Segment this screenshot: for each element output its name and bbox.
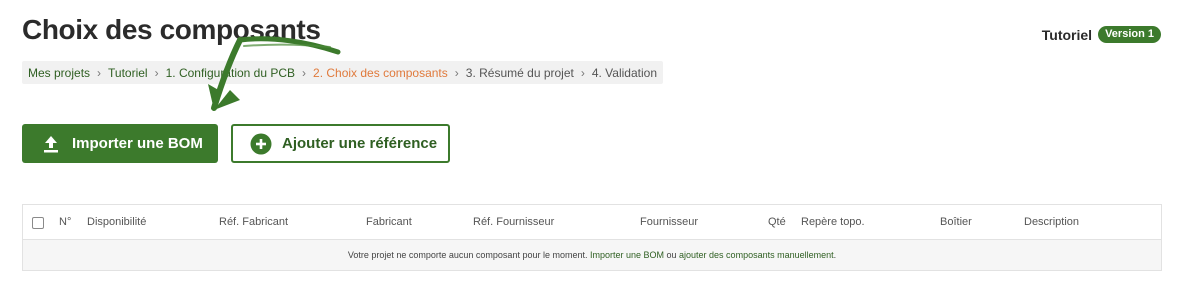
table-header: N° Disponibilité Réf. Fabricant Fabrican… [23, 205, 1161, 240]
add-reference-button[interactable]: Ajouter une référence [231, 124, 450, 163]
empty-state-text-end: . [833, 250, 837, 260]
breadcrumb-item-mes-projets[interactable]: Mes projets [28, 66, 90, 80]
column-header-ref-fabricant[interactable]: Réf. Fabricant [219, 216, 288, 228]
import-bom-button[interactable]: Importer une BOM [22, 124, 218, 163]
breadcrumb-item-choix-composants: 2. Choix des composants [313, 65, 448, 80]
plus-circle-icon [250, 133, 272, 155]
empty-state-add-link[interactable]: ajouter des composants manuellement [679, 250, 834, 260]
column-header-quantite[interactable]: Qté [768, 216, 786, 228]
empty-state-row: Votre projet ne comporte aucun composant… [23, 240, 1161, 270]
column-header-repere-topo[interactable]: Repère topo. [801, 216, 865, 228]
page-title: Choix des composants [22, 14, 321, 45]
column-header-fabricant[interactable]: Fabricant [366, 216, 412, 228]
upload-icon [42, 135, 60, 153]
column-header-ref-fournisseur[interactable]: Réf. Fournisseur [473, 216, 554, 228]
column-header-description[interactable]: Description [1024, 216, 1079, 228]
breadcrumb-item-resume-projet: 3. Résumé du projet [465, 65, 574, 80]
empty-state-text-middle: ou [664, 250, 680, 260]
empty-state-text: Votre projet ne comporte aucun composant… [347, 250, 590, 260]
breadcrumb-item-configuration-pcb[interactable]: 1. Configuration du PCB [166, 66, 295, 80]
column-header-disponibilite[interactable]: Disponibilité [87, 216, 146, 228]
select-all-checkbox[interactable] [32, 217, 44, 229]
breadcrumb: Mes projets › Tutoriel › 1. Configuratio… [22, 61, 663, 84]
breadcrumb-item-validation: 4. Validation [591, 65, 657, 80]
breadcrumb-separator: › [580, 65, 585, 80]
components-table: N° Disponibilité Réf. Fabricant Fabrican… [22, 204, 1162, 271]
add-reference-label: Ajouter une référence [282, 135, 438, 152]
breadcrumb-separator: › [454, 65, 459, 80]
breadcrumb-separator: › [154, 65, 159, 80]
breadcrumb-separator: › [302, 65, 307, 80]
project-name: Tutoriel [1041, 26, 1093, 43]
project-tag: Tutoriel Version 1 [1042, 26, 1161, 43]
column-header-fournisseur[interactable]: Fournisseur [640, 216, 698, 228]
column-header-boitier[interactable]: Boîtier [940, 216, 972, 228]
breadcrumb-item-tutoriel[interactable]: Tutoriel [108, 66, 148, 80]
breadcrumb-separator: › [97, 65, 102, 80]
import-bom-label: Importer une BOM [72, 135, 203, 152]
empty-state-import-link[interactable]: Importer une BOM [590, 250, 664, 260]
version-badge: Version 1 [1098, 26, 1161, 43]
column-header-numero[interactable]: N° [59, 216, 71, 228]
